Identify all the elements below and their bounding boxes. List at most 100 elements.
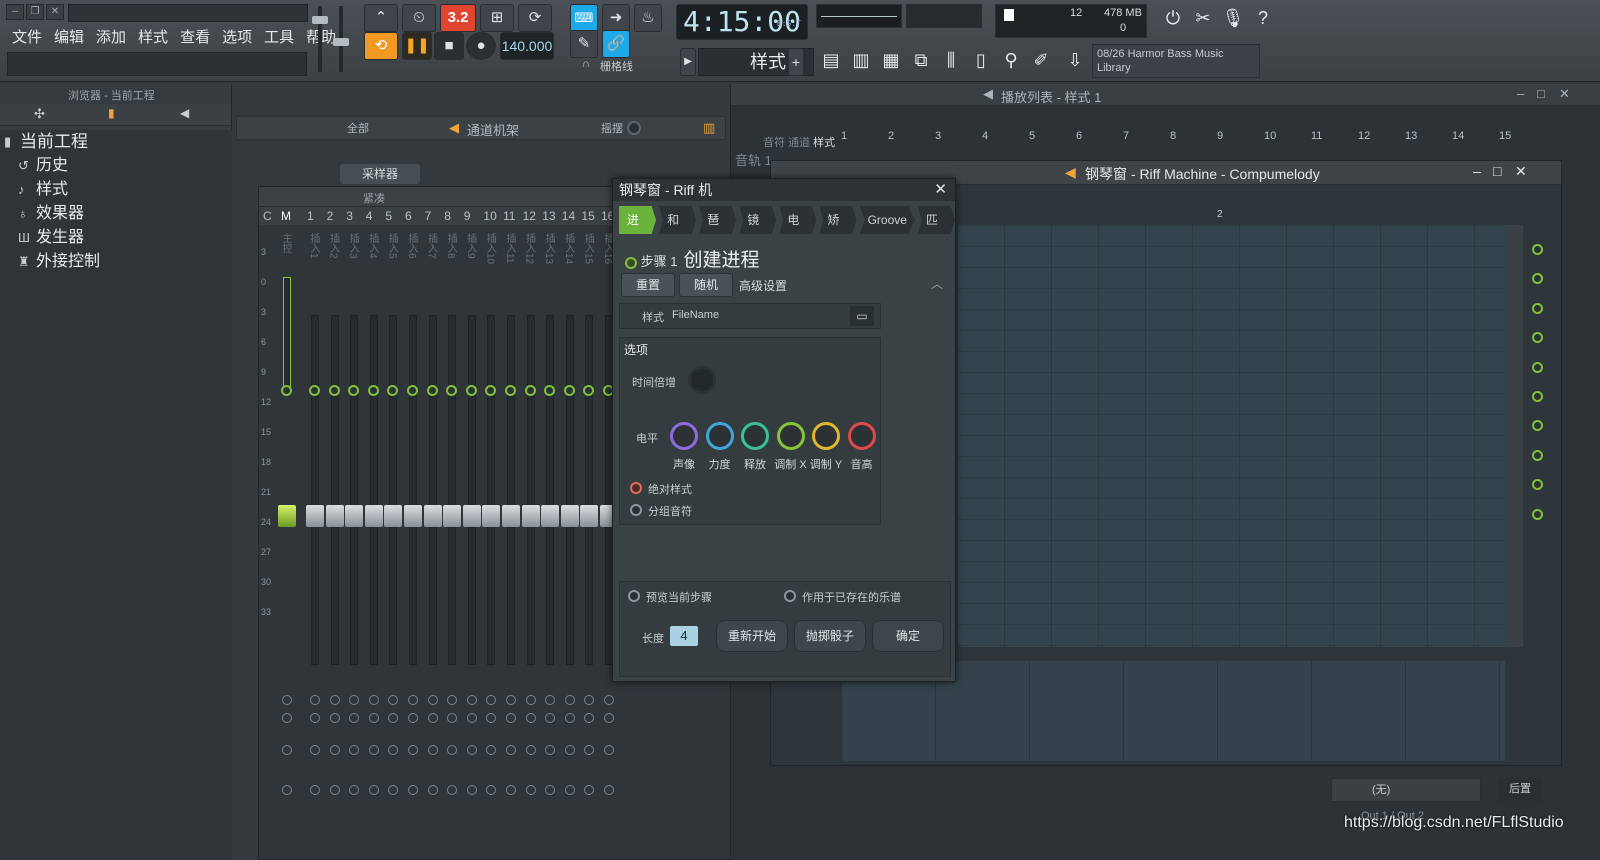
level-knob[interactable] — [670, 422, 698, 450]
playlist-track-label[interactable]: 音轨 1 — [735, 150, 772, 169]
strip-volume-fader[interactable] — [443, 505, 462, 527]
absolute-pattern-radio[interactable] — [630, 482, 642, 494]
strip-volume-fader[interactable] — [325, 505, 344, 527]
strip-route-dot[interactable] — [466, 785, 477, 795]
strip-route-dot[interactable] — [368, 745, 379, 755]
close-icon[interactable]: ✕ — [46, 4, 64, 20]
strip-volume-fader[interactable] — [306, 505, 324, 527]
strip-route-dot[interactable] — [349, 745, 360, 755]
tab-groove[interactable]: Groove — [859, 206, 915, 234]
strip-route-dot[interactable] — [329, 785, 340, 795]
pause-button[interactable]: ❚❚ — [402, 32, 432, 60]
channel-icon[interactable]: ⫼ — [938, 46, 964, 74]
strip-enable-led[interactable] — [309, 385, 320, 396]
tree-item-history[interactable]: ↺ 历史 — [0, 154, 232, 178]
strip-volume-fader[interactable] — [345, 505, 364, 527]
mixer-strip-insert[interactable]: 插入10 — [481, 225, 501, 825]
strip-volume-fader[interactable] — [560, 505, 579, 527]
record-button[interactable]: ● — [466, 32, 496, 60]
strip-route-dot[interactable] — [604, 785, 614, 795]
strip-volume-fader[interactable] — [502, 505, 520, 527]
strip-route-dot[interactable] — [427, 785, 438, 795]
channel-led[interactable] — [1532, 244, 1543, 255]
pattern-prev-button[interactable]: ▶ — [680, 48, 696, 76]
typing-keyboard-button[interactable]: ⌨ — [570, 4, 598, 32]
piano-scrollbar[interactable] — [1505, 225, 1523, 647]
playlist-minimize-icon[interactable]: – — [1517, 86, 1524, 101]
menu-file[interactable]: 文件 — [6, 24, 48, 46]
tab-levels[interactable]: 电平 — [779, 206, 817, 234]
mixer-strip-insert[interactable]: 插入15 — [579, 225, 599, 825]
wait-record-button[interactable]: ⏲ — [402, 4, 436, 32]
strip-route-dot[interactable] — [564, 695, 575, 705]
strip-volume-fader[interactable] — [482, 505, 501, 527]
strip-route-dot[interactable] — [447, 745, 458, 755]
strip-route-dot[interactable] — [545, 695, 556, 705]
tree-item-generators[interactable]: Ш 发生器 — [0, 226, 232, 250]
strip-route-dot[interactable] — [525, 785, 536, 795]
menu-edit[interactable]: 编辑 — [48, 24, 90, 46]
strip-route-dot[interactable] — [525, 695, 536, 705]
strip-route-dot[interactable] — [584, 713, 595, 723]
sampler-channel-button[interactable]: 采样器 — [340, 164, 420, 184]
browser-speaker-icon[interactable]: ◀ — [180, 106, 189, 120]
piano-minimize-icon[interactable]: – — [1473, 163, 1481, 179]
strip-route-dot[interactable] — [486, 785, 497, 795]
strip-enable-led[interactable] — [524, 385, 536, 396]
strip-route-dot[interactable] — [545, 745, 556, 755]
tab-mirror[interactable]: 镜像 — [739, 206, 777, 234]
level-knob[interactable] — [847, 422, 876, 450]
rack-menu-icon[interactable]: ▥ — [703, 120, 715, 136]
piano-roll-title[interactable]: 钢琴窗 - Riff Machine - Compumelody — [1085, 164, 1320, 184]
channel-led[interactable] — [1532, 508, 1543, 520]
strip-route-dot[interactable] — [388, 745, 399, 755]
strip-enable-led[interactable] — [407, 385, 418, 396]
metronome-button[interactable]: ⌃ — [364, 4, 398, 32]
tab-arpeggio[interactable]: 琶音 — [699, 206, 737, 234]
channel-led[interactable] — [1532, 361, 1543, 373]
strip-route-dot[interactable] — [427, 713, 438, 723]
strip-route-dot[interactable] — [447, 695, 458, 705]
reset-button[interactable]: 重置 — [621, 273, 675, 297]
strip-route-dot[interactable] — [506, 785, 516, 795]
strip-volume-fader[interactable] — [423, 505, 442, 527]
strip-route-dot[interactable] — [282, 695, 292, 705]
undo-history-icon[interactable]: ⏻ — [1160, 4, 1186, 32]
strip-route-dot[interactable] — [282, 713, 292, 723]
mixer-icon[interactable]: ⧉ — [908, 46, 934, 74]
level-knob[interactable] — [741, 422, 769, 450]
strip-route-dot[interactable] — [545, 713, 556, 723]
strip-route-dot[interactable] — [310, 713, 320, 723]
strip-route-dot[interactable] — [408, 785, 418, 795]
playlist-close-icon[interactable]: ✕ — [1559, 86, 1570, 102]
channel-rack-icon[interactable]: ▥ — [848, 46, 874, 74]
length-value[interactable]: 4 — [670, 626, 698, 646]
folder-icon[interactable]: ▭ — [850, 306, 874, 326]
strip-volume-fader[interactable] — [521, 505, 540, 527]
strip-route-dot[interactable] — [310, 695, 320, 705]
strip-route-dot[interactable] — [584, 695, 595, 705]
piano-note-grid[interactable] — [957, 225, 1505, 647]
mixer-strip-insert[interactable]: 插入6 — [403, 225, 423, 825]
strip-route-dot[interactable] — [466, 713, 477, 723]
menu-add[interactable]: 添加 — [90, 24, 132, 46]
strip-route-dot[interactable] — [466, 695, 477, 705]
apply-existing-radio[interactable] — [784, 590, 796, 602]
group-notes-radio[interactable] — [630, 504, 642, 516]
strip-route-dot[interactable] — [486, 695, 497, 705]
plugin-icon[interactable]: ⚲ — [998, 46, 1024, 74]
strip-route-dot[interactable] — [545, 785, 556, 795]
strip-route-dot[interactable] — [388, 695, 399, 705]
strip-enable-led[interactable] — [465, 385, 477, 396]
strip-route-dot[interactable] — [447, 713, 458, 723]
riff-title-bar[interactable]: 钢琴窗 - Riff 机 ✕ — [613, 179, 955, 201]
rack-filter[interactable]: 全部 — [347, 120, 369, 136]
browser-file-icon[interactable]: ▮ — [108, 106, 115, 120]
download-icon[interactable]: ⇩ — [1062, 46, 1088, 74]
tab-match[interactable]: 匹配 — [917, 206, 956, 234]
strip-enable-led[interactable] — [505, 385, 516, 396]
strip-route-dot[interactable] — [310, 785, 320, 795]
strip-route-dot[interactable] — [564, 785, 575, 795]
strip-route-dot[interactable] — [368, 713, 379, 723]
strip-enable-led[interactable] — [328, 385, 340, 396]
